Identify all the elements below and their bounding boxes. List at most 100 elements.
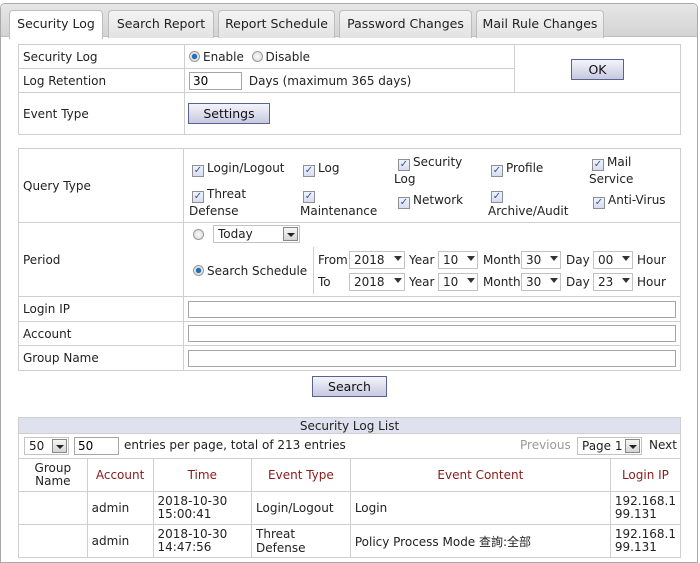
search-schedule-radio[interactable]: Search Schedule: [193, 264, 307, 278]
query-type-label: Query Type: [18, 148, 184, 223]
previous-link[interactable]: Previous: [520, 438, 571, 452]
from-year-value: 2018: [354, 253, 385, 267]
ip-part: 99.131: [614, 507, 657, 521]
log-retention-input[interactable]: [189, 71, 242, 90]
dropdown-arrow-icon: [283, 227, 298, 241]
search-schedule-label: Search Schedule: [207, 264, 308, 278]
next-link[interactable]: Next: [649, 438, 677, 452]
from-month-select[interactable]: 10: [438, 251, 478, 269]
cell-time: 2018-10-30 15:00:41: [152, 491, 253, 525]
event-type-label: Event Type: [18, 92, 185, 135]
checkbox-mail-service[interactable]: ✓ Mail Service: [589, 154, 659, 187]
radio-unselected-icon: [193, 229, 204, 240]
enable-label: Enable: [203, 49, 244, 64]
tab-report-schedule[interactable]: Report Schedule: [218, 10, 335, 38]
checkbox-security-log[interactable]: ✓ Security Log: [394, 154, 474, 187]
login-ip-input[interactable]: [188, 300, 676, 318]
period-quick-select[interactable]: Today: [213, 225, 300, 243]
column-header-event-type[interactable]: Event Type: [251, 458, 351, 492]
cell-account: admin: [86, 524, 154, 558]
cell-account: admin: [86, 491, 154, 525]
checkbox-profile[interactable]: ✓ Profile: [491, 161, 543, 177]
list-title: Security Log List: [18, 417, 681, 434]
to-day-value: 30: [526, 275, 542, 289]
from-month-label: Month: [483, 253, 521, 267]
column-header-time[interactable]: Time: [152, 458, 253, 492]
dropdown-arrow-icon: [467, 278, 475, 283]
to-day-label: Day: [566, 275, 590, 289]
to-month-select[interactable]: 10: [438, 273, 478, 291]
from-hour-select[interactable]: 00: [593, 251, 633, 269]
column-header-account[interactable]: Account: [86, 458, 154, 492]
checkbox-anti-virus[interactable]: ✓ Anti-Virus: [593, 193, 666, 209]
from-hour-label: Hour: [637, 253, 666, 267]
dropdown-arrow-icon: [622, 278, 630, 283]
from-hour-value: 00: [598, 253, 614, 267]
checkbox-label: Network: [413, 193, 464, 207]
checkbox-checked-icon: ✓: [491, 191, 503, 203]
checkbox-checked-icon: ✓: [592, 159, 604, 171]
dropdown-arrow-icon: [625, 439, 640, 453]
group-name-label: Group Name: [18, 345, 184, 371]
account-input[interactable]: [188, 325, 676, 342]
settings-button[interactable]: Settings: [188, 103, 270, 124]
checkbox-maintenance[interactable]: ✓ Maintenance: [300, 186, 390, 219]
log-retention-label: Log Retention: [18, 68, 185, 93]
cell-login-ip: 192.168.1 99.131: [609, 524, 682, 558]
checkbox-checked-icon: ✓: [192, 191, 204, 203]
checkbox-log[interactable]: ✓ Log: [303, 161, 339, 177]
to-month-value: 10: [443, 275, 459, 289]
checkbox-network[interactable]: ✓ Network: [398, 193, 463, 209]
group-name-input[interactable]: [188, 349, 676, 367]
to-day-select[interactable]: 30: [521, 273, 561, 291]
column-header-login-ip[interactable]: Login IP: [609, 458, 682, 492]
column-header-event-content[interactable]: Event Content: [349, 458, 611, 492]
dropdown-arrow-icon: [550, 278, 558, 283]
tab-password-changes[interactable]: Password Changes: [339, 10, 472, 38]
tab-security-log[interactable]: Security Log: [9, 10, 103, 39]
time-clock: 14:47:56: [157, 540, 212, 554]
page-value: Page 1: [582, 439, 623, 453]
today-radio[interactable]: [193, 228, 207, 242]
dropdown-arrow-icon: [622, 256, 630, 261]
cell-event-content: Policy Process Mode 查詢:全部: [349, 524, 611, 558]
to-year-select[interactable]: 2018: [349, 273, 405, 291]
checkbox-threat-defense[interactable]: ✓ Threat Defense: [189, 186, 279, 219]
from-day-label: Day: [566, 253, 590, 267]
disable-radio[interactable]: Disable: [251, 49, 311, 64]
disable-label: Disable: [265, 49, 311, 64]
ok-button[interactable]: OK: [571, 59, 624, 80]
from-year-select[interactable]: 2018: [349, 251, 405, 269]
checkbox-checked-icon: ✓: [491, 165, 503, 177]
radio-unselected-icon: [251, 50, 263, 62]
checkbox-login-logout[interactable]: ✓ Login/Logout: [192, 161, 285, 177]
from-day-select[interactable]: 30: [521, 251, 561, 269]
radio-selected-icon: [193, 265, 204, 276]
cell-login-ip: 192.168.1 99.131: [609, 491, 682, 525]
checkbox-archive-audit[interactable]: ✓ Archive/Audit: [488, 186, 578, 219]
checkbox-checked-icon: ✓: [398, 159, 410, 171]
tab-mail-rule-changes[interactable]: Mail Rule Changes: [476, 10, 604, 38]
login-ip-label: Login IP: [18, 296, 184, 322]
search-button[interactable]: Search: [312, 376, 387, 397]
radio-selected-icon: [189, 50, 200, 62]
checkbox-label: Login/Logout: [207, 161, 285, 175]
settings-table: Security Log Enable Disable Log Retentio…: [18, 44, 681, 135]
dropdown-arrow-icon: [394, 278, 402, 283]
checkbox-label: Profile: [506, 161, 544, 175]
checkbox-checked-icon: ✓: [398, 197, 410, 209]
checkbox-checked-icon: ✓: [303, 165, 315, 177]
to-hour-select[interactable]: 23: [593, 273, 633, 291]
per-page-input[interactable]: [74, 437, 119, 455]
tab-search-report[interactable]: Search Report: [108, 10, 214, 38]
time-date: 2018-10-30: [157, 527, 228, 541]
dropdown-arrow-icon: [52, 439, 67, 453]
time-clock: 15:00:41: [157, 507, 212, 521]
entries-summary: entries per page, total of 213 entries: [124, 438, 346, 452]
period-divider: [313, 247, 314, 294]
per-page-select[interactable]: 50: [24, 437, 69, 455]
enable-radio[interactable]: Enable: [189, 50, 244, 64]
cell-event-type: Threat Defense: [251, 524, 351, 558]
page-select[interactable]: Page 1: [577, 437, 642, 455]
checkbox-label: Log: [318, 161, 340, 175]
